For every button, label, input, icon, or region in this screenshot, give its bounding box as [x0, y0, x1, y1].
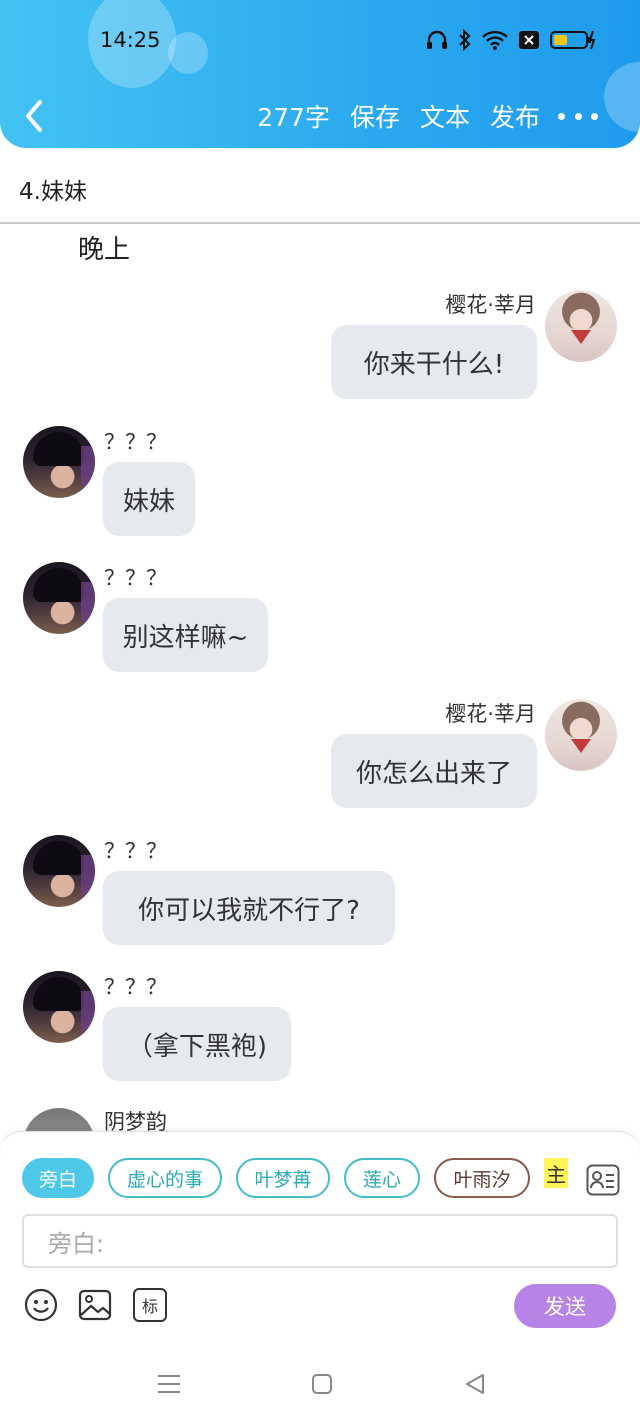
- role-chip-bar[interactable]: 旁白 虚心的事 叶梦苒 莲心 叶雨汐 主 樱: [22, 1158, 570, 1198]
- role-chip[interactable]: 虚心的事: [108, 1158, 222, 1198]
- role-chip[interactable]: 主: [544, 1158, 568, 1188]
- status-icons: [426, 29, 596, 51]
- message-bubble[interactable]: 别这样嘛~: [103, 598, 268, 672]
- role-chip[interactable]: 旁白: [22, 1158, 94, 1198]
- message-row[interactable]: 樱花·莘月 你来干什么!: [0, 285, 640, 405]
- top-actions: 277字 保存 文本 发布: [257, 98, 540, 134]
- avatar[interactable]: [23, 562, 95, 634]
- message-row[interactable]: 樱花·莘月 你怎么出来了: [0, 694, 640, 814]
- emoji-icon[interactable]: [24, 1288, 58, 1322]
- more-icon[interactable]: [558, 101, 598, 131]
- system-nav-bar: [0, 1346, 640, 1423]
- decor-bubble: [168, 32, 208, 74]
- message-row[interactable]: ？？？ 你可以我就不行了?: [0, 829, 640, 949]
- message-bubble[interactable]: （拿下黑袍): [103, 1007, 291, 1081]
- role-chip[interactable]: 叶梦苒: [236, 1158, 330, 1198]
- status-time: 14:25: [100, 28, 161, 52]
- speaker-name: ？？？: [104, 566, 167, 590]
- message-row[interactable]: ？？？ 别这样嘛~: [0, 556, 640, 676]
- message-bubble[interactable]: 你来干什么!: [331, 325, 537, 399]
- avatar[interactable]: [23, 426, 95, 498]
- text-button[interactable]: 文本: [420, 98, 470, 134]
- word-count: 277字: [257, 103, 330, 132]
- menu-icon[interactable]: [157, 1372, 181, 1396]
- image-icon[interactable]: [78, 1288, 112, 1322]
- message-bubble[interactable]: 你可以我就不行了?: [103, 871, 395, 945]
- speaker-name: 樱花·莘月: [445, 293, 536, 317]
- avatar[interactable]: [545, 699, 617, 771]
- role-chip[interactable]: 叶雨汐: [434, 1158, 530, 1198]
- sim-off-icon: [519, 31, 539, 49]
- message-row[interactable]: ？？？ 妹妹: [0, 420, 640, 540]
- chapter-title[interactable]: 4.妹妹: [19, 172, 87, 206]
- avatar[interactable]: [23, 971, 95, 1043]
- speaker-name: 樱花·莘月: [445, 702, 536, 726]
- message-bubble[interactable]: 你怎么出来了: [331, 734, 537, 808]
- message-row[interactable]: ？？？ （拿下黑袍): [0, 965, 640, 1085]
- composer-panel: 旁白 虚心的事 叶梦苒 莲心 叶雨汐 主 樱 旁白: 标 发送: [0, 1131, 640, 1347]
- speaker-name: ？？？: [104, 430, 167, 454]
- back-arrow-icon[interactable]: [20, 96, 52, 136]
- bluetooth-icon: [459, 29, 471, 51]
- headphones-icon: [427, 30, 447, 49]
- role-list-icon[interactable]: [586, 1164, 620, 1196]
- message-bubble[interactable]: 妹妹: [103, 462, 195, 536]
- role-chip[interactable]: 莲心: [344, 1158, 420, 1198]
- top-header: 14:25 277字 保存 文本 发布: [0, 0, 640, 148]
- message-input[interactable]: 旁白:: [22, 1214, 618, 1268]
- publish-button[interactable]: 发布: [490, 98, 540, 134]
- save-button[interactable]: 保存: [350, 98, 400, 134]
- avatar[interactable]: [23, 835, 95, 907]
- speaker-name: ？？？: [104, 839, 167, 863]
- narration-text[interactable]: 晚上: [78, 229, 130, 266]
- tag-button[interactable]: 标: [133, 1288, 167, 1322]
- speaker-name: ？？？: [104, 975, 167, 999]
- chapter-title-row[interactable]: 4.妹妹: [0, 148, 640, 224]
- back-icon[interactable]: [463, 1372, 487, 1396]
- send-button[interactable]: 发送: [514, 1284, 616, 1328]
- wifi-icon: [482, 30, 508, 50]
- battery-icon: [550, 30, 596, 50]
- home-icon[interactable]: [311, 1373, 333, 1395]
- decor-bubble: [604, 62, 640, 132]
- avatar[interactable]: [545, 290, 617, 362]
